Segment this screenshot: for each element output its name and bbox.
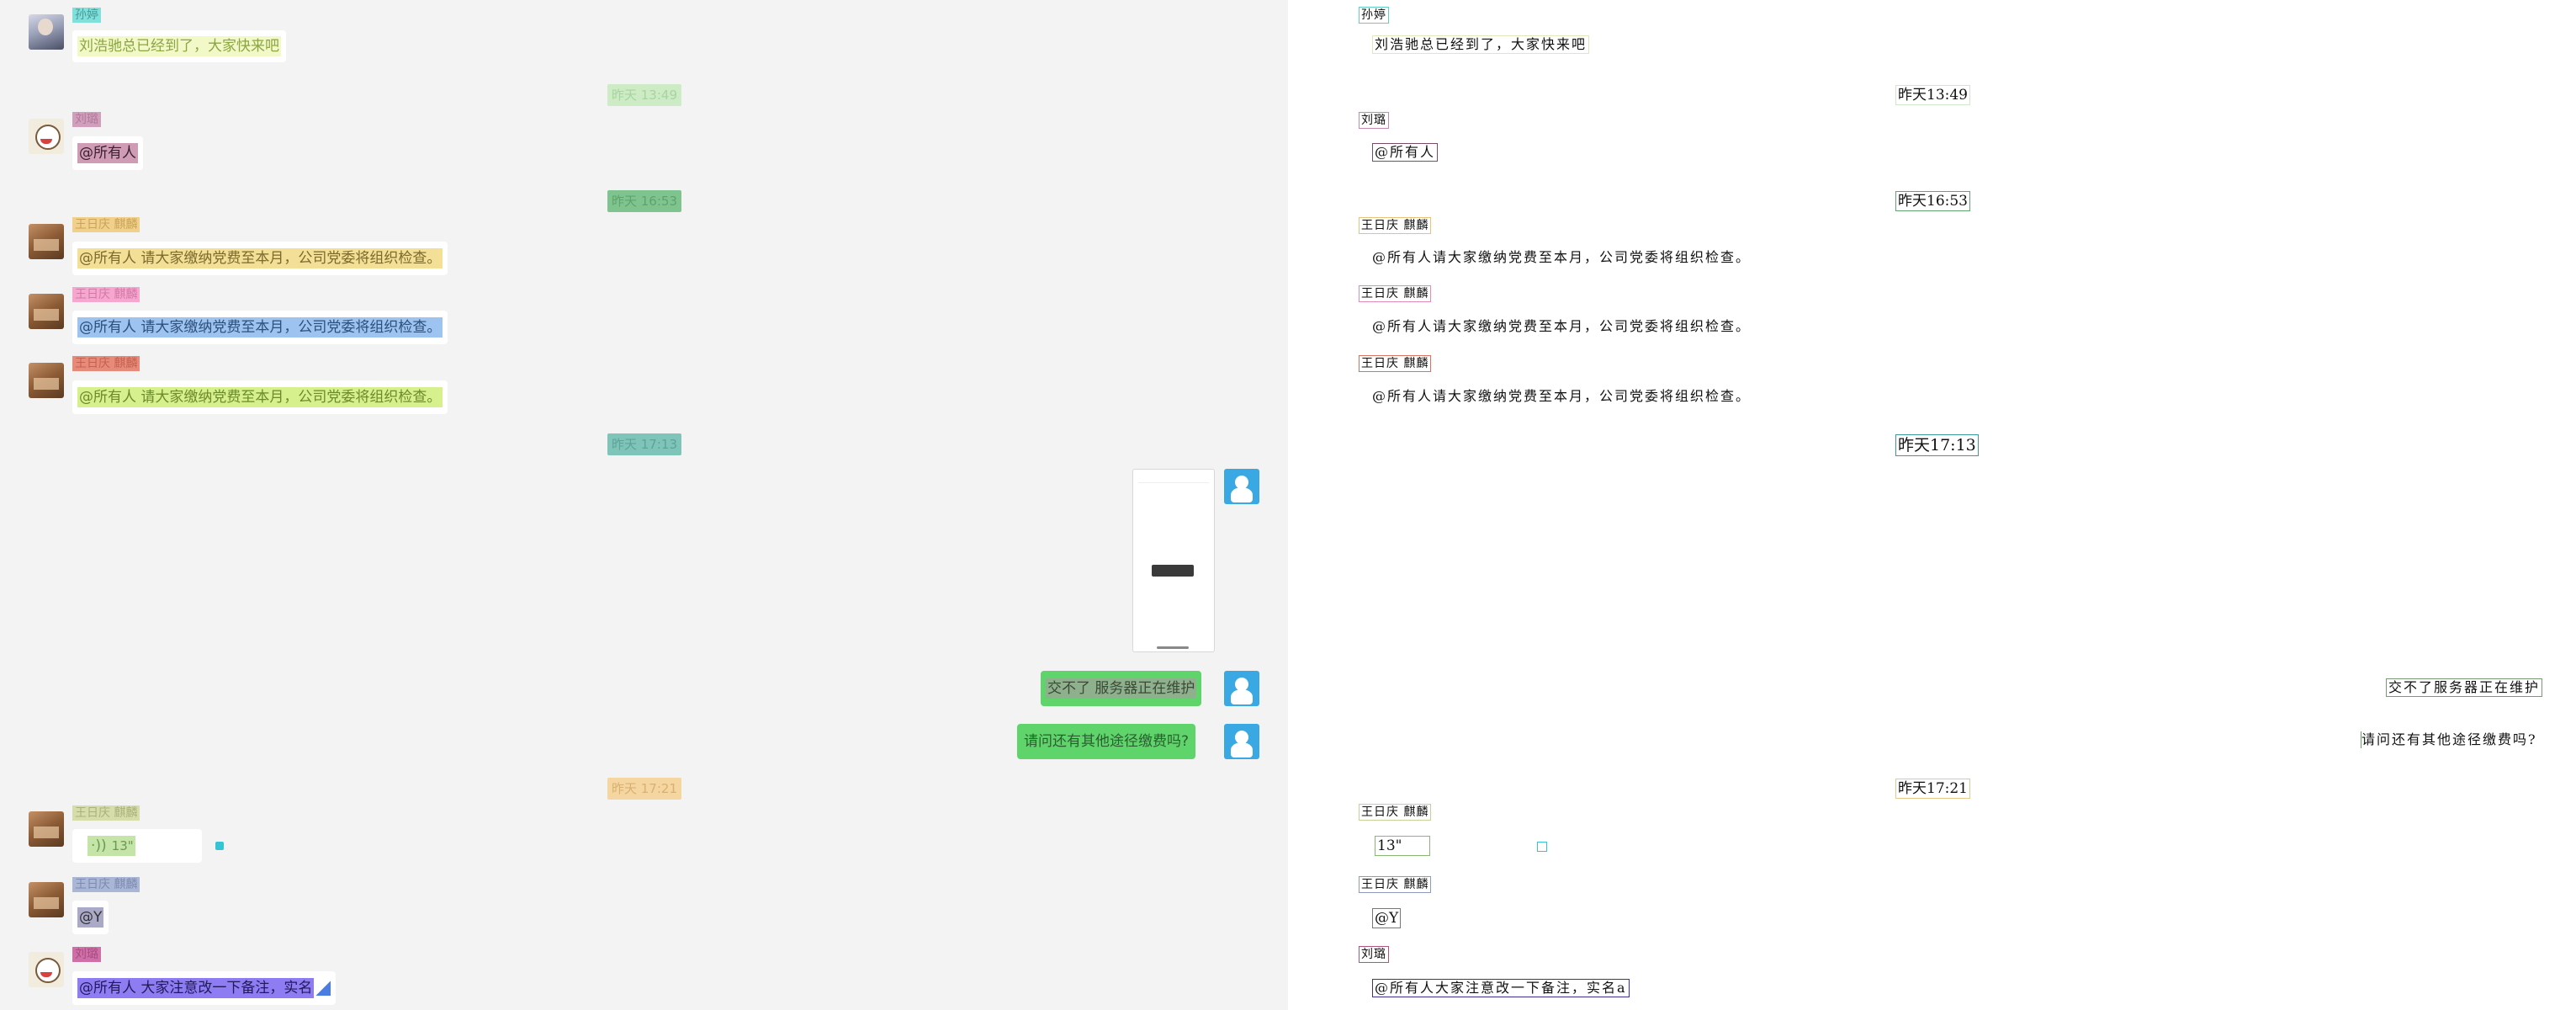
message-text: @所有人 请大家缴纳党费至本月，公司党委将组织检查。 <box>77 248 443 268</box>
voice-icon: ·)) <box>87 836 110 856</box>
message-bubble[interactable]: @所有人 大家注意改一下备注，实名 <box>72 971 337 1005</box>
ocr-text: @Y <box>1372 908 1402 928</box>
sender-name: 刘璐 <box>72 112 101 127</box>
avatar[interactable] <box>29 294 64 329</box>
avatar[interactable] <box>1224 724 1259 759</box>
ocr-timestamp: 昨天17:13 <box>1895 434 1979 456</box>
screenshot-dialog <box>1152 565 1194 577</box>
sender-name: 刘璐 <box>72 947 101 962</box>
timestamp: 昨天 17:21 <box>607 778 681 800</box>
avatar[interactable] <box>29 119 64 154</box>
ocr-text: @所有人 <box>1372 143 1439 162</box>
ocr-voice: 13" <box>1375 836 1430 856</box>
avatar[interactable] <box>29 224 64 259</box>
avatar[interactable] <box>29 14 64 50</box>
message-text: 请问还有其他途径缴费吗? <box>1024 733 1190 750</box>
ocr-sender: 孙婷 <box>1359 7 1389 24</box>
ocr-timestamp: 昨天16:53 <box>1895 191 1970 211</box>
message-text: 刘浩驰总已经到了，大家快来吧 <box>77 36 281 56</box>
ocr-text: @所有人请大家缴纳党费至本月，公司党委将组织检查。 <box>1372 249 1752 265</box>
ocr-text: 请问还有其他途径缴费吗? <box>2361 731 2537 748</box>
chat-rendered-panel: 孙婷 刘浩驰总已经到了，大家快来吧 昨天 13:49 刘璐 @所有人 昨天 16… <box>0 0 1288 1010</box>
message-text: @所有人 大家注意改一下备注，实名 <box>77 978 315 998</box>
message-text: @所有人 请大家缴纳党费至本月，公司党委将组织检查。 <box>77 317 443 338</box>
image-message[interactable] <box>1132 469 1215 652</box>
ocr-sender: 刘璐 <box>1359 112 1389 129</box>
message-text: @所有人 请大家缴纳党费至本月，公司党委将组织检查。 <box>77 387 443 407</box>
ocr-sender: 刘璐 <box>1359 946 1389 963</box>
sender-name: 孙婷 <box>72 8 101 23</box>
message-bubble[interactable]: 请问还有其他途径缴费吗? <box>1017 724 1196 759</box>
timestamp: 昨天 17:13 <box>607 433 681 455</box>
avatar[interactable] <box>29 952 64 987</box>
avatar[interactable] <box>29 882 64 917</box>
message-bubble[interactable]: 刘浩驰总已经到了，大家快来吧 <box>72 30 286 62</box>
avatar[interactable] <box>29 811 64 847</box>
ocr-text: @所有人请大家缴纳党费至本月，公司党委将组织检查。 <box>1372 318 1752 334</box>
avatar[interactable] <box>1224 671 1259 706</box>
voice-duration: 13" <box>109 836 135 856</box>
screenshot-status-bar <box>1138 475 1209 483</box>
message-bubble[interactable]: @所有人 <box>72 136 143 170</box>
message-text: @所有人 <box>77 143 138 163</box>
ocr-text: 刘浩驰总已经到了，大家快来吧 <box>1372 35 1590 54</box>
ocr-sender: 王日庆 麒麟 <box>1359 876 1432 893</box>
sender-name: 王日庆 麒麟 <box>72 805 140 821</box>
sender-name: 王日庆 麒麟 <box>72 287 140 302</box>
ocr-text: @所有人请大家缴纳党费至本月，公司党委将组织检查。 <box>1372 388 1752 404</box>
ocr-dot <box>1537 842 1547 852</box>
message-bubble[interactable]: @Y <box>72 901 109 934</box>
timestamp: 昨天 16:53 <box>607 190 681 212</box>
message-text: 交不了 服务器正在维护 <box>1046 678 1197 699</box>
ocr-sender: 王日庆 麒麟 <box>1359 285 1432 302</box>
ocr-overlay-panel: 孙婷 刘浩驰总已经到了，大家快来吧 昨天13:49 刘璐 @所有人 昨天16:5… <box>1288 0 2576 1010</box>
ocr-sender: 王日庆 麒麟 <box>1359 355 1432 372</box>
timestamp: 昨天 13:49 <box>607 84 681 106</box>
avatar[interactable] <box>29 363 64 398</box>
message-bubble[interactable]: @所有人 请大家缴纳党费至本月，公司党委将组织检查。 <box>72 311 448 344</box>
sender-name: 王日庆 麒麟 <box>72 217 140 232</box>
screenshot-home-bar <box>1157 646 1189 649</box>
message-bubble[interactable]: 交不了 服务器正在维护 <box>1041 671 1202 706</box>
voice-message[interactable]: ·)) 13" <box>72 829 202 863</box>
ocr-timestamp: 昨天17:21 <box>1895 779 1970 799</box>
ocr-sender: 王日庆 麒麟 <box>1359 804 1432 821</box>
ocr-text: 交不了服务器正在维护 <box>2386 678 2543 697</box>
ocr-text: @所有人大家注意改一下备注，实名a <box>1372 979 1630 997</box>
hand-emoji-icon <box>315 981 331 996</box>
message-text: @Y <box>77 907 104 928</box>
sender-name: 王日庆 麒麟 <box>72 877 140 892</box>
message-bubble[interactable]: @所有人 请大家缴纳党费至本月，公司党委将组织检查。 <box>72 242 448 275</box>
ocr-sender: 王日庆 麒麟 <box>1359 217 1432 234</box>
message-bubble[interactable]: @所有人 请大家缴纳党费至本月，公司党委将组织检查。 <box>72 380 448 414</box>
ocr-timestamp: 昨天13:49 <box>1895 85 1970 105</box>
avatar[interactable] <box>1224 469 1259 504</box>
unread-dot <box>215 842 224 850</box>
sender-name: 王日庆 麒麟 <box>72 356 140 371</box>
